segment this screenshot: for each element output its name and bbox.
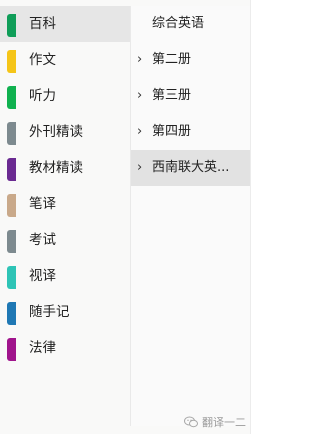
chevron-right-icon[interactable]: › xyxy=(137,123,142,141)
section-label: 作文 xyxy=(29,52,56,68)
section-color-tab xyxy=(7,302,16,325)
section-list: 百科 作文 听力 外刊精读 教材精读 笔译 考试 视译 随手记 法律 xyxy=(0,6,130,426)
section-color-tab xyxy=(7,158,16,181)
watermark-text: 翻译一二 xyxy=(202,416,246,429)
section-item-kaoshi[interactable]: 考试 xyxy=(0,222,130,258)
section-color-tab xyxy=(7,14,16,37)
page-item-book2[interactable]: › 第二册 xyxy=(131,42,251,78)
section-color-tab xyxy=(7,194,16,217)
section-label: 视译 xyxy=(29,268,56,284)
wechat-icon xyxy=(184,416,198,428)
page-item-zonghe[interactable]: 综合英语 xyxy=(131,6,251,42)
section-item-waikan[interactable]: 外刊精读 xyxy=(0,114,130,150)
section-item-shiyi[interactable]: 视译 xyxy=(0,258,130,294)
section-item-biyi[interactable]: 笔译 xyxy=(0,186,130,222)
section-label: 考试 xyxy=(29,232,56,248)
chevron-right-icon[interactable]: › xyxy=(137,87,142,105)
section-color-tab xyxy=(7,266,16,289)
section-color-tab xyxy=(7,230,16,253)
section-item-falv[interactable]: 法律 xyxy=(0,330,130,366)
section-color-tab xyxy=(7,122,16,145)
window-edge xyxy=(250,0,256,434)
page-item-book3[interactable]: › 第三册 xyxy=(131,78,251,114)
page-label: 第二册 xyxy=(152,52,192,67)
notebook-app: 百科 作文 听力 外刊精读 教材精读 笔译 考试 视译 随手记 法律 综合英语 … xyxy=(0,0,256,434)
section-item-tingli[interactable]: 听力 xyxy=(0,78,130,114)
section-item-jiaocai[interactable]: 教材精读 xyxy=(0,150,130,186)
page-item-book4[interactable]: › 第四册 xyxy=(131,114,251,150)
page-list: 综合英语 › 第二册 › 第三册 › 第四册 › 西南联大英... xyxy=(130,6,251,426)
section-label: 听力 xyxy=(29,88,56,104)
page-label: 第三册 xyxy=(152,88,192,103)
section-color-tab xyxy=(7,86,16,109)
section-label: 笔译 xyxy=(29,196,56,212)
section-label: 法律 xyxy=(29,340,56,356)
section-label: 外刊精读 xyxy=(29,124,83,140)
section-label: 教材精读 xyxy=(29,160,83,176)
section-color-tab xyxy=(7,338,16,361)
section-label: 百科 xyxy=(29,16,56,32)
page-label: 第四册 xyxy=(152,124,192,139)
section-label: 随手记 xyxy=(29,304,70,320)
watermark: 翻译一二 xyxy=(184,414,246,430)
page-item-xinan[interactable]: › 西南联大英... xyxy=(131,150,251,186)
section-item-baike[interactable]: 百科 xyxy=(0,6,130,42)
section-color-tab xyxy=(7,50,16,73)
chevron-right-icon[interactable]: › xyxy=(137,159,142,177)
page-label: 西南联大英... xyxy=(152,160,230,175)
section-item-suishouji[interactable]: 随手记 xyxy=(0,294,130,330)
section-item-zuowen[interactable]: 作文 xyxy=(0,42,130,78)
page-label: 综合英语 xyxy=(152,16,205,31)
chevron-right-icon[interactable]: › xyxy=(137,51,142,69)
